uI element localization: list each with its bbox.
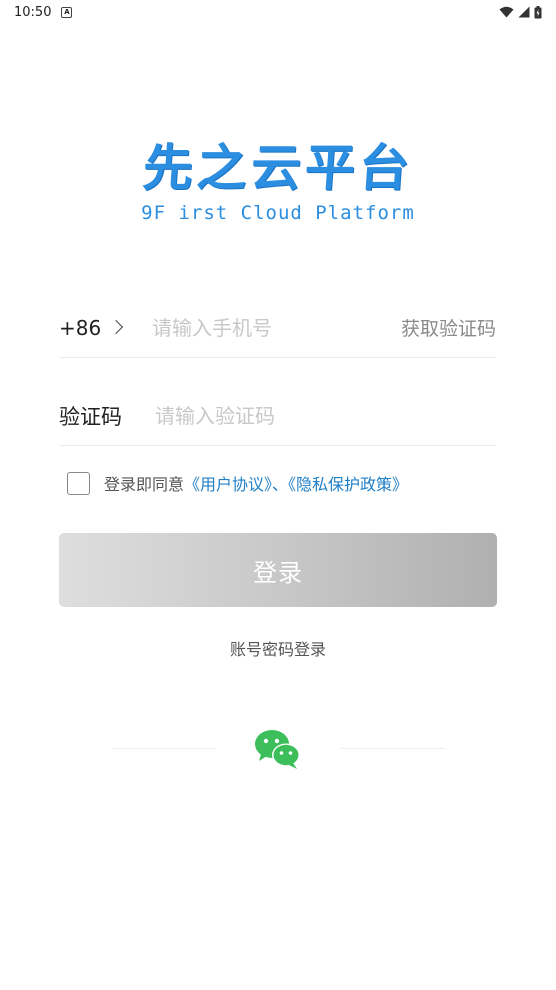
- agreement-checkbox[interactable]: [67, 471, 90, 495]
- logo-subtitle: 9F irst Cloud Platform: [141, 202, 415, 224]
- get-code-button[interactable]: 获取验证码: [401, 314, 496, 341]
- privacy-policy-link[interactable]: 《隐私保护政策》: [288, 475, 408, 494]
- app-logo: 先之云平台 9F irst Cloud Platform: [125, 138, 431, 230]
- login-screen: 10:50 A 先之云平台 9F irst Cloud Platform +86: [0, 0, 556, 990]
- logo-title: 先之云平台: [140, 139, 416, 197]
- wifi-icon: [499, 6, 514, 18]
- agreement-prefix: 登录即同意: [104, 475, 185, 494]
- country-code-selector[interactable]: +86: [59, 316, 152, 340]
- country-code-label: +86: [59, 315, 102, 340]
- status-left: 10:50 A: [14, 4, 73, 20]
- status-time: 10:50: [14, 4, 52, 20]
- code-input[interactable]: [155, 403, 496, 428]
- code-label: 验证码: [59, 404, 122, 429]
- agreement-row: 登录即同意《用户协议》、《隐私保护政策》: [67, 471, 408, 495]
- divider-left: [112, 748, 216, 749]
- signal-icon: [518, 6, 530, 18]
- phone-input[interactable]: [151, 315, 401, 340]
- user-agreement-link[interactable]: 《用户协议》: [184, 475, 272, 494]
- agreement-separator: 、: [272, 475, 289, 494]
- agreement-text: 登录即同意《用户协议》、《隐私保护政策》: [104, 471, 408, 495]
- status-right: [499, 5, 542, 19]
- code-row: 验证码: [59, 386, 496, 446]
- password-login-label[interactable]: 账号密码登录: [230, 640, 326, 659]
- status-bar: 10:50 A: [0, 0, 556, 24]
- wechat-icon[interactable]: [253, 728, 303, 770]
- divider-right: [341, 748, 445, 749]
- battery-icon: [534, 5, 542, 18]
- phone-row: +86 获取验证码: [59, 298, 496, 358]
- password-login-link: 账号密码登录: [0, 636, 556, 660]
- login-button[interactable]: 登录: [59, 533, 497, 607]
- notification-app-icon: A: [61, 6, 73, 18]
- chevron-right-icon: [109, 319, 124, 334]
